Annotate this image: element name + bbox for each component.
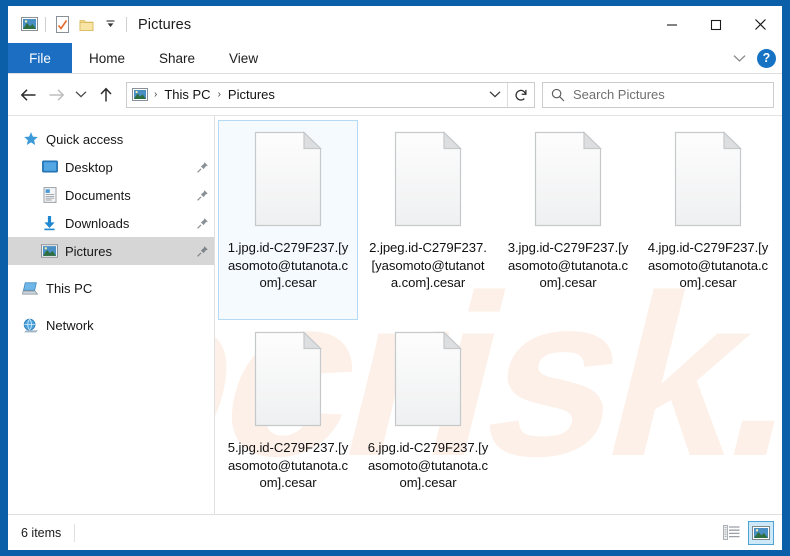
item-count: 6 items — [21, 525, 62, 540]
desktop-icon — [41, 159, 58, 176]
qat-separator-1 — [45, 17, 46, 32]
quick-access-toolbar: Pictures — [8, 6, 191, 43]
qat-separator-2 — [126, 17, 127, 32]
new-folder-icon[interactable] — [74, 13, 98, 37]
properties-icon[interactable] — [50, 13, 74, 37]
file-item[interactable]: 3.jpg.id-C279F237.[yasomoto@tutanota.com… — [498, 120, 638, 320]
sidebar-item-label: Pictures — [65, 243, 112, 259]
sidebar-item-pictures[interactable]: Pictures — [8, 237, 214, 265]
pin-icon[interactable] — [194, 187, 210, 203]
sidebar-item-label: Quick access — [46, 131, 124, 147]
recent-locations-chevron-icon[interactable] — [70, 81, 92, 109]
navigation-pane: Quick access Desktop Documents Downloads… — [8, 116, 215, 514]
sidebar-item-this-pc[interactable]: This PC — [8, 274, 214, 302]
tab-view[interactable]: View — [212, 43, 275, 73]
file-grid: 1.jpg.id-C279F237.[yasomoto@tutanota.com… — [215, 116, 782, 514]
file-name: 1.jpg.id-C279F237.[yasomoto@tutanota.com… — [227, 240, 349, 290]
generic-file-icon — [674, 131, 742, 227]
sidebar-item-desktop[interactable]: Desktop — [8, 153, 214, 181]
refresh-icon[interactable] — [508, 83, 534, 107]
sidebar-item-label: Downloads — [65, 215, 130, 231]
up-arrow-icon[interactable] — [92, 81, 120, 109]
generic-file-icon — [394, 331, 462, 427]
file-name: 2.jpeg.id-C279F237.[yasomoto@tutanota.co… — [369, 240, 487, 290]
breadcrumb-separator-1: › — [154, 89, 158, 100]
file-explorer-window: Pictures File Home Share View ? › This P… — [8, 6, 782, 550]
search-icon — [543, 83, 573, 107]
generic-file-icon — [534, 131, 602, 227]
file-item[interactable]: 1.jpg.id-C279F237.[yasomoto@tutanota.com… — [218, 120, 358, 320]
file-item[interactable]: 5.jpg.id-C279F237.[yasomoto@tutanota.com… — [218, 320, 358, 514]
sidebar-item-label: Desktop — [65, 159, 113, 175]
details-view-button[interactable] — [718, 521, 744, 545]
search-box[interactable]: Search Pictures — [542, 81, 774, 108]
large-icons-view-button[interactable] — [748, 520, 774, 545]
file-name: 6.jpg.id-C279F237.[yasomoto@tutanota.com… — [367, 440, 489, 490]
tab-file[interactable]: File — [8, 43, 72, 73]
ribbon-right-controls: ? — [726, 43, 776, 74]
nav-gap-2 — [8, 302, 214, 311]
pin-icon[interactable] — [194, 215, 210, 231]
maximize-button[interactable] — [694, 6, 738, 43]
explorer-body: Quick access Desktop Documents Downloads… — [8, 115, 782, 514]
sidebar-item-label: Network — [46, 317, 94, 333]
pictures-icon[interactable] — [17, 13, 41, 37]
customize-chevron-icon[interactable] — [98, 13, 122, 37]
breadcrumb-separator-2: › — [217, 89, 221, 100]
sidebar-item-label: This PC — [46, 280, 93, 296]
breadcrumb-this-pc[interactable]: This PC — [162, 87, 212, 102]
pin-icon[interactable] — [194, 243, 210, 259]
status-separator — [74, 523, 76, 542]
window-controls — [650, 6, 782, 43]
sidebar-item-label: Documents — [65, 187, 131, 203]
documents-icon — [41, 187, 58, 204]
expand-ribbon-chevron-icon[interactable] — [726, 46, 752, 72]
status-bar: 6 items — [8, 514, 782, 550]
file-item[interactable]: 6.jpg.id-C279F237.[yasomoto@tutanota.com… — [358, 320, 498, 514]
forward-arrow-icon[interactable] — [42, 81, 70, 109]
this-pc-icon — [22, 280, 39, 297]
sidebar-item-downloads[interactable]: Downloads — [8, 209, 214, 237]
sidebar-item-quick-access[interactable]: Quick access — [8, 125, 214, 153]
generic-file-icon — [394, 131, 462, 227]
nav-gap-1 — [8, 265, 214, 274]
title-bar: Pictures — [8, 6, 782, 43]
help-button[interactable]: ? — [757, 49, 776, 68]
file-name: 4.jpg.id-C279F237.[yasomoto@tutanota.com… — [647, 240, 769, 290]
file-list-view[interactable]: pcrisk.com 1.jpg.id-C279F237.[yasom — [215, 116, 782, 514]
pin-icon[interactable] — [194, 159, 210, 175]
generic-file-icon — [254, 131, 322, 227]
search-input[interactable]: Search Pictures — [573, 87, 665, 102]
address-bar-row: › This PC › Pictures Search Pictures — [8, 74, 782, 115]
file-item[interactable]: 2.jpeg.id-C279F237.[yasomoto@tutanota.co… — [358, 120, 498, 320]
pictures-icon — [41, 243, 58, 260]
sidebar-item-documents[interactable]: Documents — [8, 181, 214, 209]
close-button[interactable] — [738, 6, 782, 43]
breadcrumb-pictures[interactable]: Pictures — [226, 87, 277, 102]
network-icon — [22, 317, 39, 334]
sidebar-item-network[interactable]: Network — [8, 311, 214, 339]
generic-file-icon — [254, 331, 322, 427]
downloads-icon — [41, 215, 58, 232]
tab-share[interactable]: Share — [142, 43, 212, 73]
star-icon — [22, 131, 39, 148]
address-dropdown-chevron-icon[interactable] — [483, 83, 507, 107]
view-mode-buttons — [718, 520, 774, 545]
back-arrow-icon[interactable] — [14, 81, 42, 109]
tab-home[interactable]: Home — [72, 43, 142, 73]
address-pictures-icon — [131, 86, 149, 104]
minimize-button[interactable] — [650, 6, 694, 43]
window-title: Pictures — [138, 16, 192, 33]
file-item[interactable]: 4.jpg.id-C279F237.[yasomoto@tutanota.com… — [638, 120, 778, 320]
ribbon-tab-bar: File Home Share View ? — [8, 43, 782, 74]
file-name: 3.jpg.id-C279F237.[yasomoto@tutanota.com… — [507, 240, 629, 290]
address-bar[interactable]: › This PC › Pictures — [126, 81, 535, 108]
file-name: 5.jpg.id-C279F237.[yasomoto@tutanota.com… — [227, 440, 349, 490]
